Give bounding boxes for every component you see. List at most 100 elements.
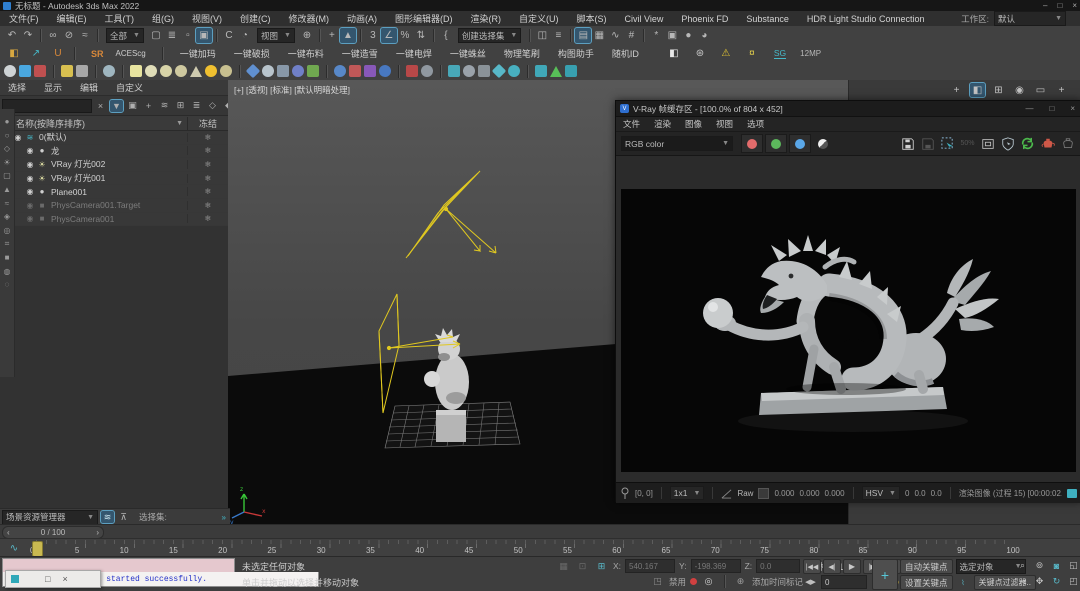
close-button[interactable]: × xyxy=(1072,1,1077,10)
add-to-layer-icon[interactable]: ≋ xyxy=(158,100,171,112)
green-channel-button[interactable] xyxy=(765,134,787,153)
physical-camera-icon[interactable] xyxy=(103,65,115,77)
select-and-place-icon[interactable]: ▲ xyxy=(340,28,356,43)
aces-label[interactable]: ACEScg xyxy=(116,49,146,58)
rendered-image[interactable] xyxy=(621,189,1076,472)
freeze-toggle-icon[interactable]: ❄ xyxy=(187,201,228,210)
named-sets-field[interactable]: 创建选择集▼ xyxy=(458,28,521,43)
sg-button[interactable]: SG xyxy=(774,48,786,59)
filter-spacewarps-icon[interactable]: ≈ xyxy=(1,199,13,208)
script-btn-cloth[interactable]: 一键布料 xyxy=(288,47,324,60)
tab-create[interactable]: + xyxy=(949,83,964,97)
key-step-toggle-icon[interactable]: ◀▶ xyxy=(803,576,818,589)
filter-geometry-icon[interactable]: ○ xyxy=(1,131,13,140)
menu-civil-view[interactable]: Civil View xyxy=(616,14,673,24)
mini-curve-editor-icon[interactable]: ∿ xyxy=(6,541,22,556)
contrast-icon[interactable]: ◧ xyxy=(666,46,682,61)
explorer-menu-edit[interactable]: 编辑 xyxy=(72,81,106,94)
tab-modify[interactable]: ◧ xyxy=(970,83,985,97)
explorer-column-header[interactable]: 名称(按降序排序) ▼ 冻结 xyxy=(0,116,228,131)
vfb-menu-render[interactable]: 渲染 xyxy=(647,118,678,130)
hsv-dropdown[interactable]: HSV▼ xyxy=(862,486,900,500)
plane-primitive-icon[interactable] xyxy=(130,65,142,77)
lock-explorer-icon[interactable]: ▣ xyxy=(126,100,139,112)
listener-mini-window[interactable]: □ × xyxy=(5,570,101,588)
menu-create[interactable]: 创建(C) xyxy=(231,12,280,25)
use-pivot-point-icon[interactable]: ⊕ xyxy=(299,28,315,43)
sun-light-icon[interactable] xyxy=(205,65,217,77)
menu-phoenix-fd[interactable]: Phoenix FD xyxy=(672,14,737,24)
tab-utilities[interactable]: + xyxy=(1054,83,1069,97)
schematic-view-icon[interactable]: # xyxy=(623,28,639,43)
freeze-toggle-icon[interactable]: ❄ xyxy=(187,187,228,196)
window-crossing-icon[interactable]: ▣ xyxy=(196,28,212,43)
object-row-dragon[interactable]: ◉ ● 龙 ❄ xyxy=(0,145,228,159)
clay-icon[interactable] xyxy=(463,65,475,77)
viewport-label[interactable]: [+] [透视] [标准] [默认明暗处理] xyxy=(234,84,350,96)
camera-tripod-icon[interactable] xyxy=(277,65,289,77)
zoom-extents-icon[interactable]: ◙ xyxy=(1049,559,1064,572)
gear-icon[interactable]: ⊛ xyxy=(692,46,708,61)
tab-display[interactable]: ▭ xyxy=(1033,83,1048,97)
layer-manager-icon[interactable]: ▤ xyxy=(575,28,591,43)
menu-hdr-light-studio[interactable]: HDR Light Studio Connection xyxy=(798,14,934,24)
auto-key-button[interactable]: 自动关键点 xyxy=(900,559,953,574)
set-key-button[interactable]: 设置关键点 xyxy=(900,575,953,590)
vfb-menu-file[interactable]: 文件 xyxy=(616,118,647,130)
render-setup-icon[interactable]: * xyxy=(648,28,664,43)
render-production-icon[interactable]: ● xyxy=(680,28,696,43)
filter-misc-icon[interactable]: ◌ xyxy=(1,280,13,289)
freeze-toggle-icon[interactable]: ❄ xyxy=(187,133,228,142)
frame-stepper[interactable]: ‹ 0 / 100 › xyxy=(2,526,104,539)
add-time-tag-icon[interactable]: ⊕ xyxy=(733,575,748,588)
play-export-icon[interactable] xyxy=(550,66,562,77)
menu-edit[interactable]: 编辑(E) xyxy=(48,12,96,25)
menu-animation[interactable]: 动画(A) xyxy=(338,12,386,25)
visibility-eye-icon[interactable]: ◉ xyxy=(24,187,36,196)
sphere-region-icon[interactable] xyxy=(379,65,391,77)
ribbon-icon[interactable]: ▦ xyxy=(591,28,607,43)
alpha-channel-button[interactable] xyxy=(813,135,833,152)
filter-cameras-icon[interactable]: ▢ xyxy=(1,171,13,180)
y-coordinate-field[interactable]: -198.369 xyxy=(691,559,741,573)
filter-xrefs-icon[interactable]: ◎ xyxy=(1,226,13,235)
filter-materials-icon[interactable]: ◍ xyxy=(1,267,13,276)
filter-helpers-icon[interactable]: ▲ xyxy=(1,185,13,194)
explorer-dock-icon[interactable]: ≋ xyxy=(101,511,114,523)
save-image-icon[interactable] xyxy=(899,136,916,152)
clipboard-icon[interactable] xyxy=(406,65,418,77)
target-circle-icon[interactable]: ◎ xyxy=(701,575,716,588)
percent-snap-icon[interactable]: % xyxy=(397,28,413,43)
record-dot-icon[interactable] xyxy=(690,578,697,585)
next-frame-icon[interactable]: › xyxy=(96,528,99,537)
pixel-probe-pin-icon[interactable] xyxy=(620,487,630,499)
vfb-log-icon[interactable] xyxy=(1067,489,1077,498)
render-last-icon[interactable] xyxy=(1039,136,1056,152)
angle-snap-icon[interactable]: ∠ xyxy=(381,28,397,43)
zoom-all-icon[interactable]: ⊚ xyxy=(1032,559,1047,572)
vfb-menu-view[interactable]: 视图 xyxy=(709,118,740,130)
z-coordinate-field[interactable]: 0.0 xyxy=(756,559,800,573)
script-btn-physical-brush[interactable]: 物理笔刷 xyxy=(504,47,540,60)
cone-primitive-icon[interactable] xyxy=(190,66,202,77)
vfb-menu-image[interactable]: 图像 xyxy=(678,118,709,130)
snaps-toggle-icon[interactable]: 3 xyxy=(365,28,381,43)
vray-light-002-wireframe[interactable] xyxy=(406,171,496,258)
dots-circle-icon[interactable] xyxy=(508,65,520,77)
object-row-vraylight001[interactable]: ◉ ☀ VRay 灯光001 ❄ xyxy=(0,172,228,186)
vfb-menu-options[interactable]: 选项 xyxy=(740,118,771,130)
filter-bones-icon[interactable]: ⌗ xyxy=(1,239,13,248)
select-and-move-icon[interactable]: + xyxy=(324,28,340,43)
zoom-50-icon[interactable]: 50% xyxy=(959,136,976,152)
minimize-button[interactable]: – xyxy=(1043,1,1047,10)
u-plugin-icon[interactable]: U xyxy=(50,46,66,61)
clear-search-icon[interactable]: × xyxy=(94,100,107,112)
previous-frame-icon[interactable]: ◀| xyxy=(823,559,841,574)
filter-lights-icon[interactable]: ☀ xyxy=(1,158,13,167)
freeze-column-header[interactable]: 冻结 xyxy=(187,117,228,130)
name-column-header[interactable]: 名称(按降序排序) xyxy=(0,117,176,130)
flower-icon[interactable] xyxy=(292,65,304,77)
field-of-view-icon[interactable]: ◅ xyxy=(1015,575,1030,588)
stop-render-icon[interactable] xyxy=(1059,136,1076,152)
adaptive-degradation-icon[interactable]: ◳ xyxy=(650,575,665,588)
